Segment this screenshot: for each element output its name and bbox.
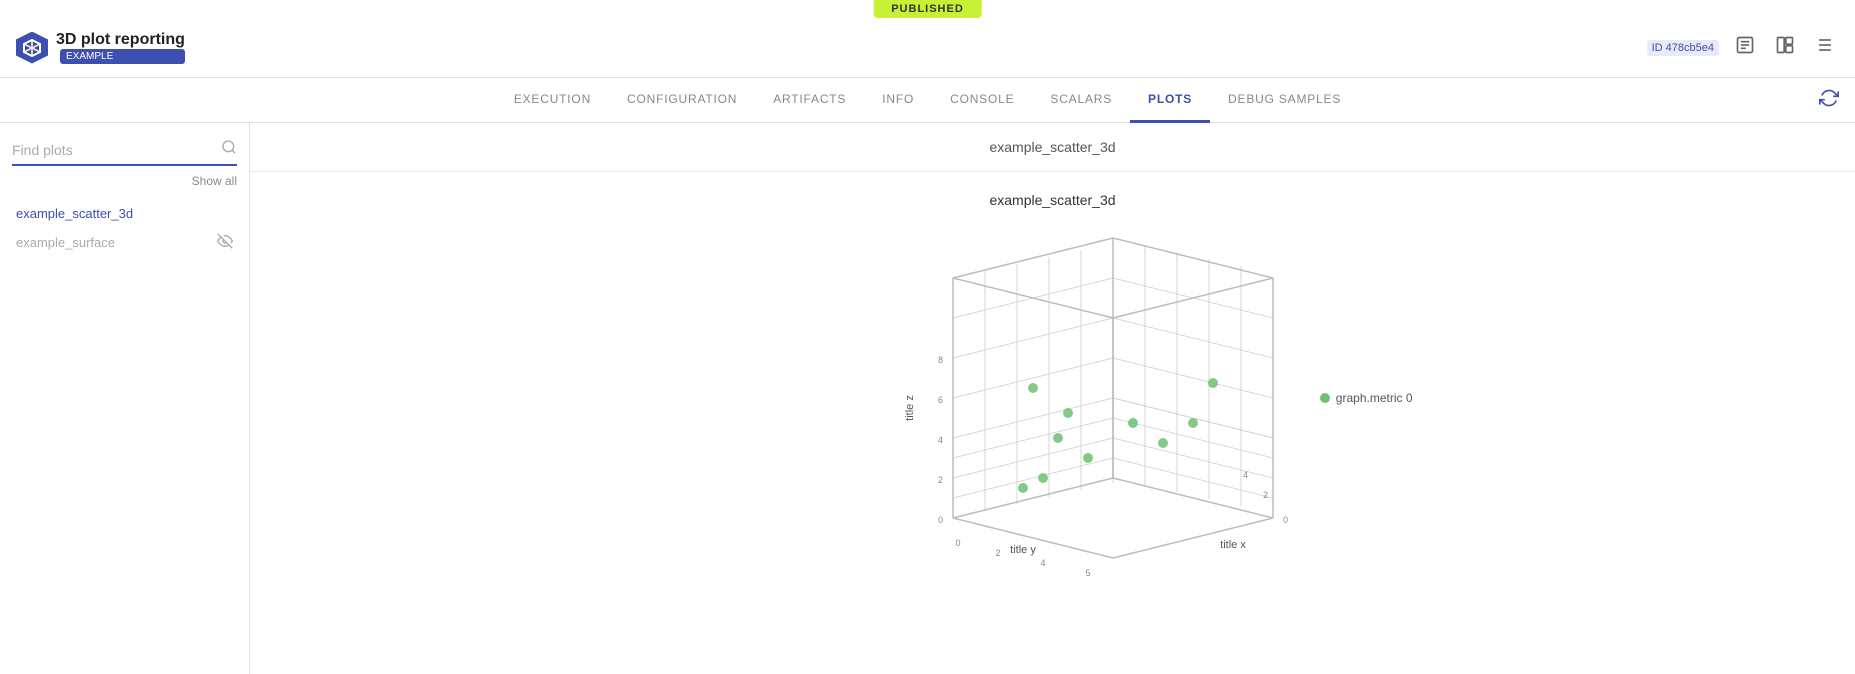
plot-section-title: example_scatter_3d bbox=[250, 123, 1855, 172]
example-badge: EXAMPLE bbox=[60, 49, 185, 64]
svg-text:2: 2 bbox=[995, 548, 1000, 558]
nav-tabs: EXECUTION CONFIGURATION ARTIFACTS INFO C… bbox=[0, 78, 1855, 123]
svg-text:0: 0 bbox=[1283, 515, 1288, 525]
task-id: ID 478cb5e4 bbox=[1647, 40, 1719, 56]
svg-text:4: 4 bbox=[937, 435, 942, 445]
hide-icon bbox=[217, 233, 233, 252]
sidebar-item-scatter3d[interactable]: example_scatter_3d bbox=[12, 200, 237, 227]
layout-icon[interactable] bbox=[1771, 31, 1799, 64]
sidebar-item-surface-label: example_surface bbox=[16, 235, 115, 250]
svg-text:title y: title y bbox=[1010, 544, 1036, 556]
refresh-icon[interactable] bbox=[1819, 88, 1839, 113]
plot-svg-wrapper: graph.metric 0 bbox=[653, 228, 1453, 568]
content-area: example_scatter_3d example_scatter_3d gr… bbox=[250, 123, 1855, 674]
id-value: 478cb5e4 bbox=[1666, 42, 1714, 54]
tab-execution[interactable]: EXECUTION bbox=[496, 78, 609, 123]
tab-scalars[interactable]: SCALARS bbox=[1032, 78, 1130, 123]
tab-info[interactable]: INFO bbox=[864, 78, 932, 123]
app-logo-icon bbox=[16, 32, 48, 64]
svg-text:0: 0 bbox=[955, 538, 960, 548]
tab-configuration[interactable]: CONFIGURATION bbox=[609, 78, 755, 123]
show-all-button[interactable]: Show all bbox=[12, 174, 237, 188]
search-icon[interactable] bbox=[221, 139, 237, 160]
sidebar-item-scatter3d-label: example_scatter_3d bbox=[16, 206, 133, 221]
svg-text:4: 4 bbox=[1243, 470, 1248, 480]
search-input[interactable] bbox=[12, 142, 221, 158]
published-banner: PUBLISHED bbox=[873, 0, 982, 18]
app-title: 3D plot reporting bbox=[56, 31, 185, 49]
plot-container: example_scatter_3d graph.metric 0 bbox=[250, 172, 1855, 588]
description-icon[interactable] bbox=[1731, 31, 1759, 64]
tab-artifacts[interactable]: ARTIFACTS bbox=[755, 78, 864, 123]
header-logo: 3D plot reporting EXAMPLE bbox=[16, 31, 185, 64]
tab-plots[interactable]: PLOTS bbox=[1130, 78, 1210, 123]
plot-chart-title: example_scatter_3d bbox=[989, 192, 1115, 208]
sidebar-item-surface[interactable]: example_surface bbox=[12, 227, 237, 258]
legend-label: graph.metric 0 bbox=[1336, 391, 1413, 405]
main-layout: Show all example_scatter_3d example_surf… bbox=[0, 123, 1855, 674]
legend: graph.metric 0 bbox=[1320, 391, 1413, 405]
svg-text:title x: title x bbox=[1220, 539, 1246, 551]
tab-debug-samples[interactable]: DEBUG SAMPLES bbox=[1210, 78, 1359, 123]
svg-text:5: 5 bbox=[1085, 568, 1090, 578]
legend-dot bbox=[1320, 393, 1330, 403]
svg-text:title z: title z bbox=[904, 395, 916, 421]
svg-text:6: 6 bbox=[937, 395, 942, 405]
id-label: ID bbox=[1652, 42, 1663, 54]
svg-text:0: 0 bbox=[937, 515, 942, 525]
svg-text:8: 8 bbox=[937, 355, 942, 365]
svg-text:2: 2 bbox=[937, 475, 942, 485]
svg-text:4: 4 bbox=[1040, 558, 1045, 568]
header: 3D plot reporting EXAMPLE ID 478cb5e4 bbox=[0, 18, 1855, 78]
sidebar: Show all example_scatter_3d example_surf… bbox=[0, 123, 250, 674]
search-box bbox=[12, 139, 237, 166]
menu-icon[interactable] bbox=[1811, 31, 1839, 64]
svg-text:2: 2 bbox=[1263, 490, 1268, 500]
scatter3d-plot: title z title x title y 0 2 4 6 8 0 2 4 bbox=[803, 228, 1303, 568]
tab-console[interactable]: CONSOLE bbox=[932, 78, 1032, 123]
header-actions: ID 478cb5e4 bbox=[1647, 31, 1839, 64]
